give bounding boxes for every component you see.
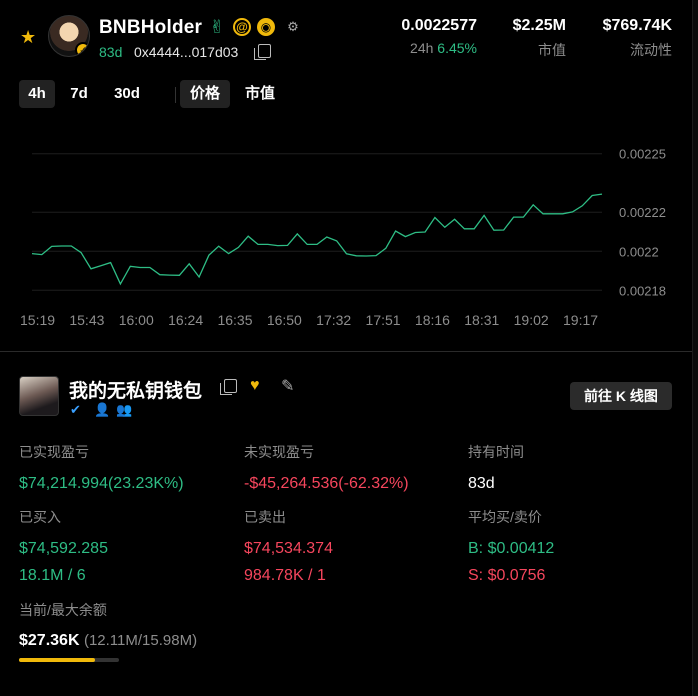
x-tick-label: 18:31 — [464, 312, 499, 328]
y-tick-label: 0.00222 — [619, 205, 666, 220]
price-value: 0.0022577 — [401, 17, 477, 34]
realized-pnl-label: 已实现盈亏 — [19, 444, 89, 460]
liquidity-label: 流动性 — [630, 42, 672, 58]
bought-count: 18.1M / 6 — [19, 567, 86, 584]
liquidity-value: $769.74K — [602, 17, 672, 34]
x-tick-label: 16:35 — [217, 312, 252, 328]
robot-icon[interactable]: ⚙ — [283, 17, 303, 37]
balance-value: $27.36K — [19, 632, 80, 649]
sold: 已卖出 $74,534.374 984.78K / 1 — [244, 507, 333, 585]
x-tick-label: 16:24 — [168, 312, 203, 328]
price-chart[interactable]: 0.00225 0.00222 0.0022 0.00218 15:19 15:43 16:… — [0, 120, 692, 338]
wallet-avatar — [19, 376, 59, 416]
sold-value: $74,534.374 — [244, 540, 333, 557]
avg-sell-price: S: $0.0756 — [468, 567, 546, 584]
price-change: 24h 6.45% — [410, 40, 477, 56]
unrealized-pnl: 未实现盈亏 -$45,264.536(-62.32%) — [244, 442, 409, 493]
y-tick-label: 0.00225 — [619, 147, 666, 162]
verified-icon: ✔ — [70, 402, 81, 417]
x-tick-label: 19:17 — [563, 312, 598, 328]
avatar[interactable]: ✓ — [48, 15, 90, 57]
x-tick-label: 19:02 — [514, 312, 549, 328]
go-to-kline-button[interactable]: 前往 K 线图 — [570, 382, 672, 410]
scrollbar[interactable] — [692, 0, 698, 696]
x-tick-label: 16:00 — [119, 312, 154, 328]
x-tick-label: 15:43 — [69, 312, 104, 328]
realized-pnl-value: $74,214.994(23.23K%) — [19, 475, 184, 492]
x-tick-label: 18:16 — [415, 312, 450, 328]
market-cap-value: $2.25M — [512, 17, 566, 34]
avg-buy-price: B: $0.00412 — [468, 540, 555, 557]
hold-time-value: 83d — [468, 475, 495, 492]
edit-icon[interactable]: ✎ — [281, 376, 294, 396]
wallet-name: 我的无私钥钱包 — [69, 381, 203, 402]
holding-days: 83d — [99, 44, 123, 60]
avg-price: 平均买/卖价 B: $0.00412 S: $0.0756 — [468, 507, 554, 585]
realized-pnl: 已实现盈亏 $74,214.994(23.23K%) — [19, 442, 184, 493]
unrealized-pnl-value: -$45,264.536(-62.32%) — [244, 475, 409, 492]
star-icon[interactable]: ★ — [20, 28, 38, 46]
unrealized-pnl-label: 未实现盈亏 — [244, 444, 314, 460]
price-stat: 0.0022577 24h 6.45% — [401, 17, 477, 56]
tab-price[interactable]: 价格 — [180, 80, 230, 108]
x-tick-label: 17:51 — [366, 312, 401, 328]
sold-label: 已卖出 — [244, 509, 286, 525]
x-tick-label: 17:32 — [316, 312, 351, 328]
balance-row: $27.36K (12.11M/15.98M) — [19, 632, 197, 650]
bought-value: $74,592.285 — [19, 540, 108, 557]
heart-icon[interactable]: ♥ — [250, 377, 260, 395]
hold-time-label: 持有时间 — [468, 444, 524, 460]
avg-price-label: 平均买/卖价 — [468, 509, 542, 525]
wallet-address[interactable]: 0x4444...017d03 — [134, 44, 238, 60]
section-divider — [0, 351, 692, 352]
sold-count: 984.78K / 1 — [244, 567, 326, 584]
tab-4h[interactable]: 4h — [19, 80, 55, 108]
x-tick-label: 16:50 — [267, 312, 302, 328]
tab-30d[interactable]: 30d — [107, 80, 147, 108]
hand-icon[interactable]: ✌ — [207, 17, 227, 37]
at-icon[interactable]: @ — [233, 18, 251, 36]
tab-7d[interactable]: 7d — [61, 80, 97, 108]
y-tick-label: 0.0022 — [619, 244, 659, 259]
balance-detail: (12.11M/15.98M) — [83, 632, 198, 649]
token-header-panel: ★ ✓ BNBHolder ✌ @ ◉ ⚙ 83d 0x4444...017d0… — [0, 0, 692, 352]
tab-market-cap[interactable]: 市值 — [235, 80, 285, 108]
liquidity-stat: $769.74K 流动性 — [603, 17, 672, 60]
bought-label: 已买入 — [19, 509, 61, 525]
brain-icon[interactable]: ◉ — [257, 18, 275, 36]
balance-label: 当前/最大余额 — [19, 602, 107, 618]
x-tick-label: 15:19 — [20, 312, 55, 328]
copy-wallet-icon[interactable] — [220, 379, 237, 395]
tab-divider — [175, 87, 176, 103]
balance-bar — [19, 658, 119, 662]
hold-time: 持有时间 83d — [468, 442, 524, 493]
user-icon: 👤 — [94, 402, 111, 417]
verified-badge-icon: ✓ — [75, 42, 89, 56]
balance-bar-fill — [19, 658, 95, 662]
price-line — [31, 193, 603, 286]
user-star-icon: 👥 — [116, 402, 133, 417]
bought: 已买入 $74,592.285 18.1M / 6 — [19, 507, 108, 585]
copy-icon[interactable] — [254, 44, 271, 60]
market-cap-stat: $2.25M 市值 — [513, 17, 566, 60]
balance: 当前/最大余额 $27.36K (12.11M/15.98M) — [19, 600, 197, 650]
market-cap-label: 市值 — [538, 42, 566, 58]
y-tick-label: 0.00218 — [619, 283, 666, 298]
holder-name: BNBHolder — [99, 17, 203, 38]
